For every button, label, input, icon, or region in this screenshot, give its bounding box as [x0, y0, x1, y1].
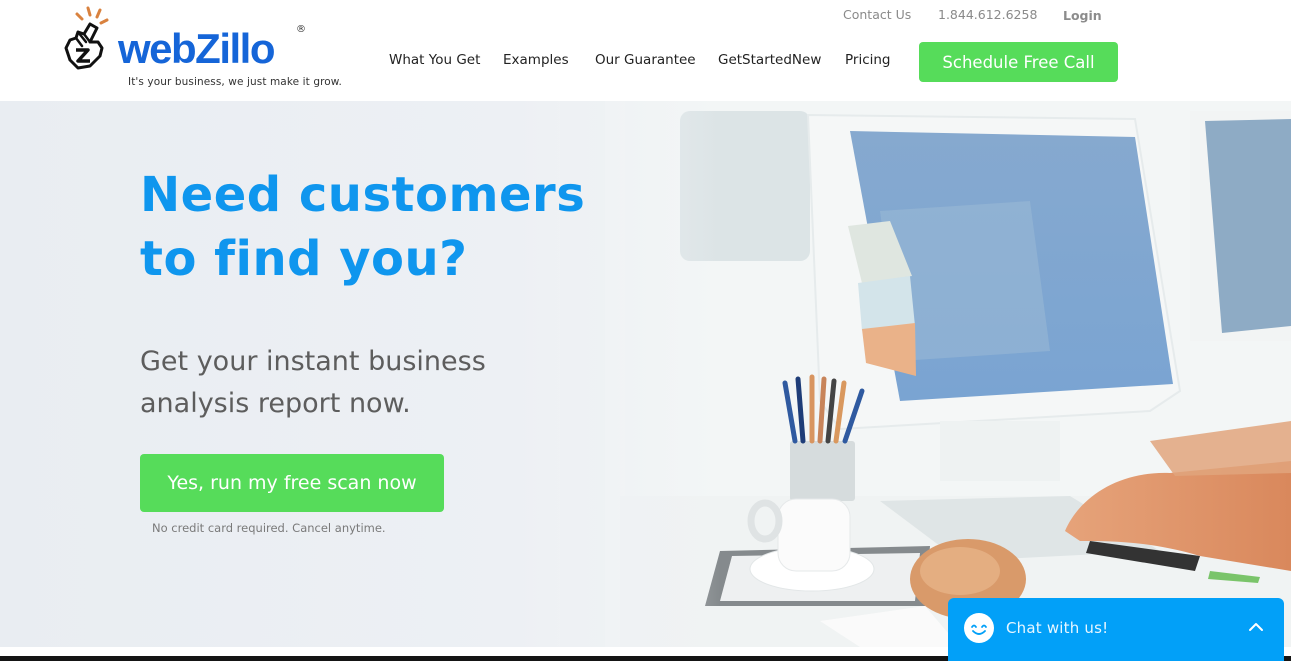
contact-us-link[interactable]: Contact Us — [843, 7, 911, 22]
nav-what-you-get[interactable]: What You Get — [389, 52, 480, 68]
subhead-line-1: Get your instant business — [140, 346, 486, 377]
logo-tagline: It's your business, we just make it grow… — [128, 76, 342, 88]
pointing-hand-icon — [64, 6, 109, 70]
chat-widget[interactable]: Chat with us! — [948, 598, 1284, 661]
site-header: webZillo ® It's your business, we just m… — [0, 0, 1291, 101]
logo[interactable]: webZillo ® It's your business, we just m… — [60, 4, 360, 94]
schedule-free-call-button[interactable]: Schedule Free Call — [919, 42, 1118, 82]
no-credit-card-disclaimer: No credit card required. Cancel anytime. — [152, 521, 386, 535]
logo-wordmark: webZillo — [118, 25, 276, 72]
nav-get-started-new[interactable]: GetStartedNew — [718, 52, 821, 68]
chat-label: Chat with us! — [1006, 619, 1109, 637]
smiley-icon — [964, 613, 994, 643]
nav-examples[interactable]: Examples — [503, 52, 569, 68]
hero-headline: Need customers to find you? — [140, 163, 585, 291]
registered-mark: ® — [296, 24, 306, 35]
run-free-scan-button[interactable]: Yes, run my free scan now — [140, 454, 444, 512]
nav-our-guarantee[interactable]: Our Guarantee — [595, 52, 696, 68]
subhead-line-2: analysis report now. — [140, 388, 411, 419]
headline-line-2: to find you? — [140, 231, 468, 287]
hero-section: Need customers to find you? Get your ins… — [0, 101, 1291, 647]
chevron-up-icon[interactable] — [1248, 620, 1264, 634]
hero-subheadline: Get your instant business analysis repor… — [140, 341, 486, 425]
login-link[interactable]: Login — [1063, 8, 1102, 23]
phone-number-link[interactable]: 1.844.612.6258 — [938, 7, 1037, 22]
headline-line-1: Need customers — [140, 167, 586, 223]
nav-pricing[interactable]: Pricing — [845, 52, 891, 68]
